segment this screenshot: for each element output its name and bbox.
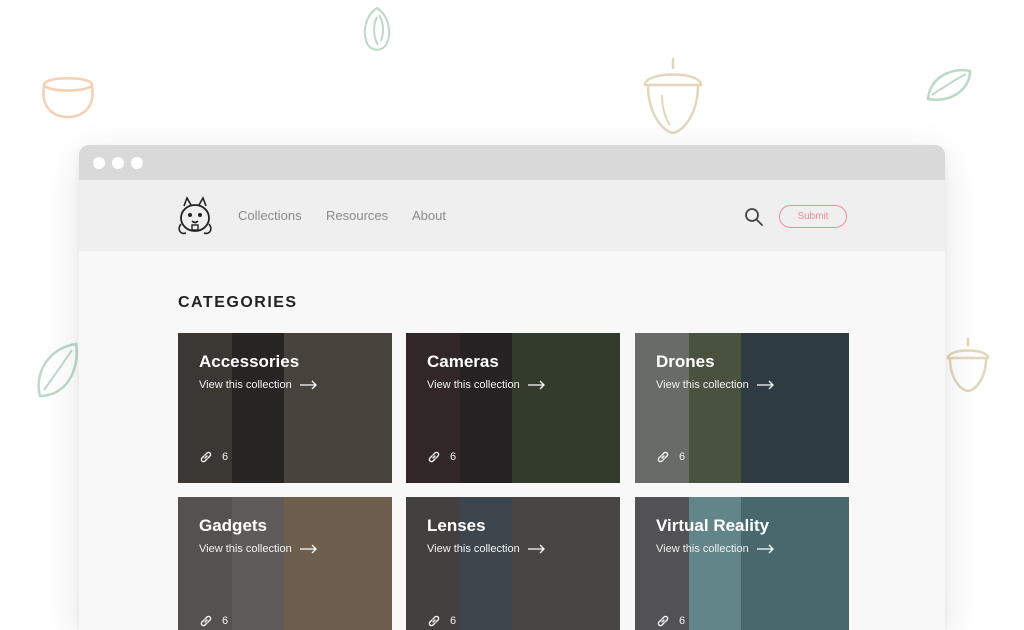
window-maximize-dot[interactable]: [131, 157, 143, 169]
category-card-virtual-reality[interactable]: Virtual Reality View this collection 6: [635, 497, 849, 630]
view-collection-link[interactable]: View this collection: [656, 379, 775, 391]
window-titlebar: [79, 145, 945, 180]
link-icon: [657, 451, 669, 463]
view-collection-link[interactable]: View this collection: [427, 543, 546, 555]
submit-button[interactable]: Submit: [779, 205, 847, 228]
main-content: CATEGORIES Accessories View this collect…: [79, 251, 945, 630]
window-minimize-dot[interactable]: [112, 157, 124, 169]
item-count: 6: [199, 450, 228, 464]
arrow-right-icon: [299, 544, 317, 554]
link-icon: [200, 615, 212, 627]
arrow-right-icon: [527, 544, 545, 554]
browser-window: Collections Resources About Submit CATEG…: [79, 145, 945, 630]
window-close-dot[interactable]: [93, 157, 105, 169]
category-card-drones[interactable]: Drones View this collection 6: [635, 333, 849, 483]
almond-icon: [32, 340, 82, 402]
card-title: Drones: [656, 352, 715, 371]
link-icon: [200, 451, 212, 463]
search-icon[interactable]: [744, 207, 764, 227]
link-icon: [428, 451, 440, 463]
card-title: Gadgets: [199, 516, 268, 535]
card-title: Cameras: [427, 352, 499, 371]
category-card-accessories[interactable]: Accessories View this collection 6: [178, 333, 392, 483]
nav-link-collections[interactable]: Collections: [238, 208, 302, 223]
arrow-right-icon: [299, 380, 317, 390]
acorn-small-icon: [944, 336, 992, 394]
site-navbar: Collections Resources About Submit: [79, 180, 945, 251]
item-count: 6: [427, 450, 456, 464]
link-icon: [657, 615, 669, 627]
category-card-cameras[interactable]: Cameras View this collection 6: [406, 333, 620, 483]
arrow-right-icon: [756, 380, 774, 390]
page-title: CATEGORIES: [178, 294, 298, 311]
category-card-gadgets[interactable]: Gadgets View this collection 6: [178, 497, 392, 630]
card-title: Lenses: [427, 516, 486, 535]
card-title: Accessories: [199, 352, 300, 371]
category-card-lenses[interactable]: Lenses View this collection 6: [406, 497, 620, 630]
pistachio-icon: [358, 5, 396, 55]
view-collection-link[interactable]: View this collection: [427, 379, 546, 391]
arrow-right-icon: [756, 544, 774, 554]
leaf-icon: [924, 65, 974, 105]
squirrel-logo-icon[interactable]: [176, 196, 214, 236]
item-count: 6: [656, 614, 685, 628]
link-icon: [428, 615, 440, 627]
acorn-icon: [640, 55, 706, 137]
arrow-right-icon: [527, 380, 545, 390]
hazelnut-icon: [38, 70, 98, 120]
item-count: 6: [427, 614, 456, 628]
nav-link-resources[interactable]: Resources: [326, 208, 388, 223]
nav-link-about[interactable]: About: [412, 208, 446, 223]
view-collection-link[interactable]: View this collection: [656, 543, 775, 555]
item-count: 6: [656, 450, 685, 464]
card-title: Virtual Reality: [656, 516, 770, 535]
view-collection-link[interactable]: View this collection: [199, 379, 318, 391]
view-collection-link[interactable]: View this collection: [199, 543, 318, 555]
item-count: 6: [199, 614, 228, 628]
